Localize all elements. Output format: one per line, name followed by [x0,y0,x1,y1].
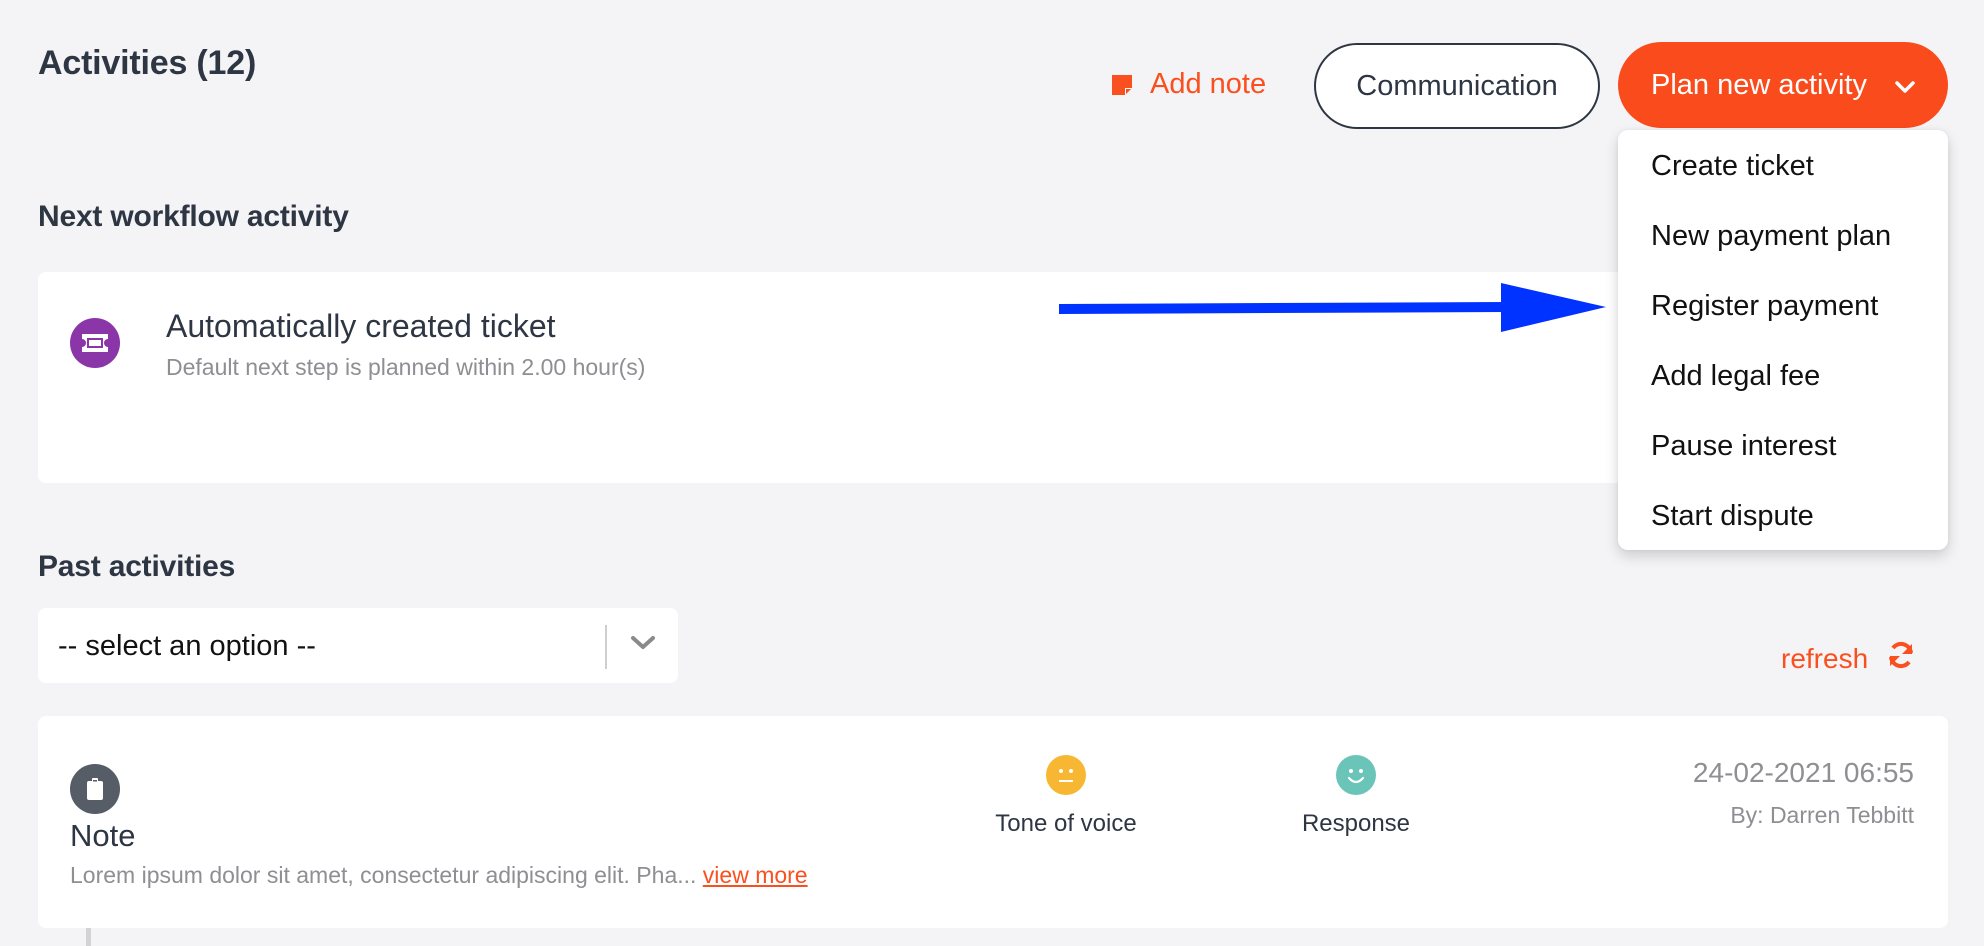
communication-label: Communication [1356,69,1558,102]
timeline-connector [86,928,91,946]
neutral-face-icon [1046,755,1086,795]
activity-filter-value: -- select an option -- [58,630,316,662]
chevron-down-icon [1895,69,1915,102]
plan-activity-menu: Create ticket New payment plan Register … [1618,130,1948,550]
refresh-button[interactable]: refresh [1781,640,1916,677]
sticky-note-icon [1110,73,1134,97]
activity-type: Note [70,818,136,853]
page-title: Activities (12) [38,44,257,82]
past-activities-heading: Past activities [38,550,236,583]
tone-of-voice-label: Tone of voice [995,810,1137,837]
view-more-link[interactable]: view more [703,862,808,888]
menu-item-new-payment-plan[interactable]: New payment plan [1618,210,1948,280]
select-separator [605,625,607,669]
response-label: Response [1301,810,1411,837]
activity-author: By: Darren Tebbitt [1730,802,1914,828]
menu-item-start-dispute[interactable]: Start dispute [1618,490,1948,560]
activity-date: 24-02-2021 06:55 [1692,757,1914,788]
next-workflow-title: Automatically created ticket [166,308,556,344]
refresh-label: refresh [1781,642,1869,674]
smile-face-icon [1336,755,1376,795]
next-workflow-subtitle: Default next step is planned within 2.00… [166,354,646,380]
communication-button[interactable]: Communication [1314,43,1600,129]
add-note-label: Add note [1150,68,1267,100]
menu-item-add-legal-fee[interactable]: Add legal fee [1618,350,1948,420]
activity-body-text: Lorem ipsum dolor sit amet, consectetur … [70,862,697,888]
next-workflow-heading: Next workflow activity [38,200,349,233]
annotation-arrow-icon [1057,280,1617,345]
menu-item-register-payment[interactable]: Register payment [1618,280,1948,350]
plan-new-activity-label: Plan new activity [1651,68,1867,101]
chevron-down-icon[interactable] [630,634,656,657]
clipboard-icon [70,764,120,814]
refresh-icon [1886,640,1916,677]
menu-item-create-ticket[interactable]: Create ticket [1618,140,1948,210]
menu-item-pause-interest[interactable]: Pause interest [1618,420,1948,490]
ticket-icon [70,318,120,368]
plan-new-activity-button[interactable]: Plan new activity [1618,42,1948,128]
activity-filter-select[interactable]: -- select an option -- [38,608,678,683]
activity-body: Lorem ipsum dolor sit amet, consectetur … [70,862,808,889]
add-note-button[interactable]: Add note [1110,68,1266,101]
